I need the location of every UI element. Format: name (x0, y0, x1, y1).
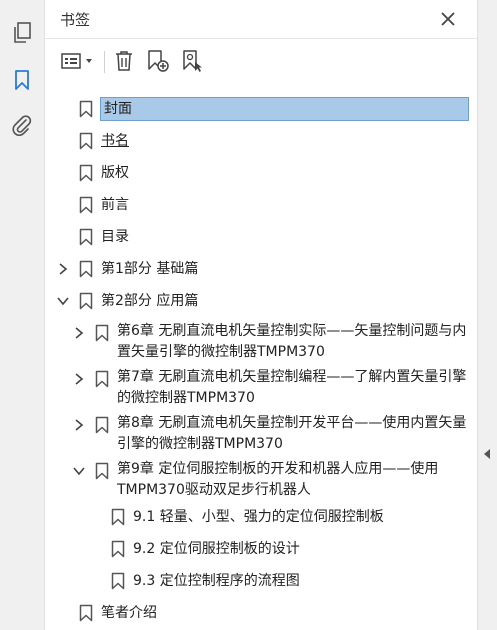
bookmark-from-structure-icon[interactable] (180, 48, 206, 74)
bookmark-item[interactable]: 书名 (45, 126, 477, 156)
collapse-panel-icon[interactable] (484, 449, 490, 459)
options-menu-icon (61, 53, 92, 69)
bookmark-label[interactable]: 9.3 定位控制程序的流程图 (133, 569, 300, 593)
bookmark-item[interactable]: 第6章 无刷直流电机矢量控制实际——矢量控制问题与内置矢量引擎的微控制器TMPM… (45, 318, 477, 364)
panel-resize-strip[interactable] (477, 0, 497, 630)
new-bookmark-icon[interactable] (145, 48, 171, 74)
bookmark-icon (79, 196, 93, 214)
bookmark-item[interactable]: 第9章 定位伺服控制板的开发和机器人应用——使用TMPM370驱动双足步行机器人 (45, 456, 477, 502)
chevron-right-icon[interactable] (73, 373, 85, 385)
bookmark-label[interactable]: 笔者介绍 (101, 601, 157, 625)
bookmark-icon (79, 260, 93, 278)
bookmark-item[interactable]: 前言 (45, 190, 477, 220)
bookmark-item[interactable]: 第2部分 应用篇 (45, 286, 477, 316)
bookmark-label[interactable]: 第8章 无刷直流电机矢量控制开发平台——使用内置矢量引擎的微控制器TMPM370 (117, 413, 469, 455)
bookmark-label[interactable]: 9.1 轻量、小型、强力的定位伺服控制板 (133, 505, 384, 529)
bookmark-label[interactable]: 第6章 无刷直流电机矢量控制实际——矢量控制问题与内置矢量引擎的微控制器TMPM… (117, 321, 469, 363)
bookmark-label[interactable]: 封面 (100, 97, 469, 121)
bookmark-label[interactable]: 目录 (101, 225, 129, 249)
bookmark-icon (79, 228, 93, 246)
bookmark-label[interactable]: 第7章 无刷直流电机矢量控制编程——了解内置矢量引擎的微控制器TMPM370 (117, 367, 469, 409)
bookmark-icon (111, 572, 125, 590)
bookmark-label[interactable]: 9.2 定位伺服控制板的设计 (133, 537, 300, 561)
bookmark-label[interactable]: 第2部分 应用篇 (101, 289, 198, 313)
bookmark-item[interactable]: 9.2 定位伺服控制板的设计 (45, 534, 477, 564)
left-navigation-rail (0, 0, 45, 630)
attachment-icon[interactable] (9, 112, 35, 138)
bookmark-item[interactable]: 目录 (45, 222, 477, 252)
bookmark-icon (95, 324, 109, 342)
bookmark-item[interactable]: 笔者介绍 (45, 598, 477, 628)
bookmark-label[interactable]: 第9章 定位伺服控制板的开发和机器人应用——使用TMPM370驱动双足步行机器人 (117, 459, 469, 501)
bookmark-label[interactable]: 第1部分 基础篇 (101, 257, 198, 281)
bookmark-icon (95, 462, 109, 480)
bookmark-icon (79, 604, 93, 622)
panel-header: 书签 (45, 0, 477, 39)
bookmark-icon (79, 100, 93, 118)
bookmark-label[interactable]: 前言 (101, 193, 129, 217)
options-menu-button[interactable] (59, 48, 97, 74)
bookmark-icon (95, 370, 109, 388)
bookmark-item[interactable]: 封面 (45, 94, 477, 124)
bookmark-item[interactable]: 9.1 轻量、小型、强力的定位伺服控制板 (45, 502, 477, 532)
bookmark-item[interactable]: 第8章 无刷直流电机矢量控制开发平台——使用内置矢量引擎的微控制器TMPM370 (45, 410, 477, 456)
bookmark-item[interactable]: 版权 (45, 158, 477, 188)
bookmark-icon (111, 540, 125, 558)
bookmark-item[interactable]: 第1部分 基础篇 (45, 254, 477, 284)
bookmark-icon (79, 164, 93, 182)
bookmark-icon (79, 132, 93, 150)
chevron-right-icon[interactable] (73, 419, 85, 431)
chevron-down-icon[interactable] (73, 465, 85, 477)
bookmark-label[interactable]: 版权 (101, 161, 129, 185)
bookmark-icon (79, 292, 93, 310)
bookmark-icon (111, 508, 125, 526)
chevron-down-icon[interactable] (57, 295, 69, 307)
delete-icon[interactable] (112, 48, 136, 74)
close-icon[interactable] (438, 9, 458, 29)
chevron-right-icon[interactable] (73, 327, 85, 339)
chevron-right-icon[interactable] (57, 263, 69, 275)
bookmark-icon[interactable] (9, 67, 35, 93)
bookmarks-toolbar (45, 39, 477, 83)
bookmark-item[interactable]: 9.3 定位控制程序的流程图 (45, 566, 477, 596)
bookmark-icon (95, 416, 109, 434)
bookmark-item[interactable]: 第7章 无刷直流电机矢量控制编程——了解内置矢量引擎的微控制器TMPM370 (45, 364, 477, 410)
bookmark-label[interactable]: 书名 (101, 129, 129, 153)
panel-title: 书签 (60, 11, 91, 29)
toolbar-divider (104, 51, 105, 73)
bookmarks-panel: 书签 封面 书名 版权 前言 目录 第1部分 基础篇 第2部分 应用篇 第6章 … (45, 0, 477, 630)
pages-icon[interactable] (9, 20, 35, 46)
